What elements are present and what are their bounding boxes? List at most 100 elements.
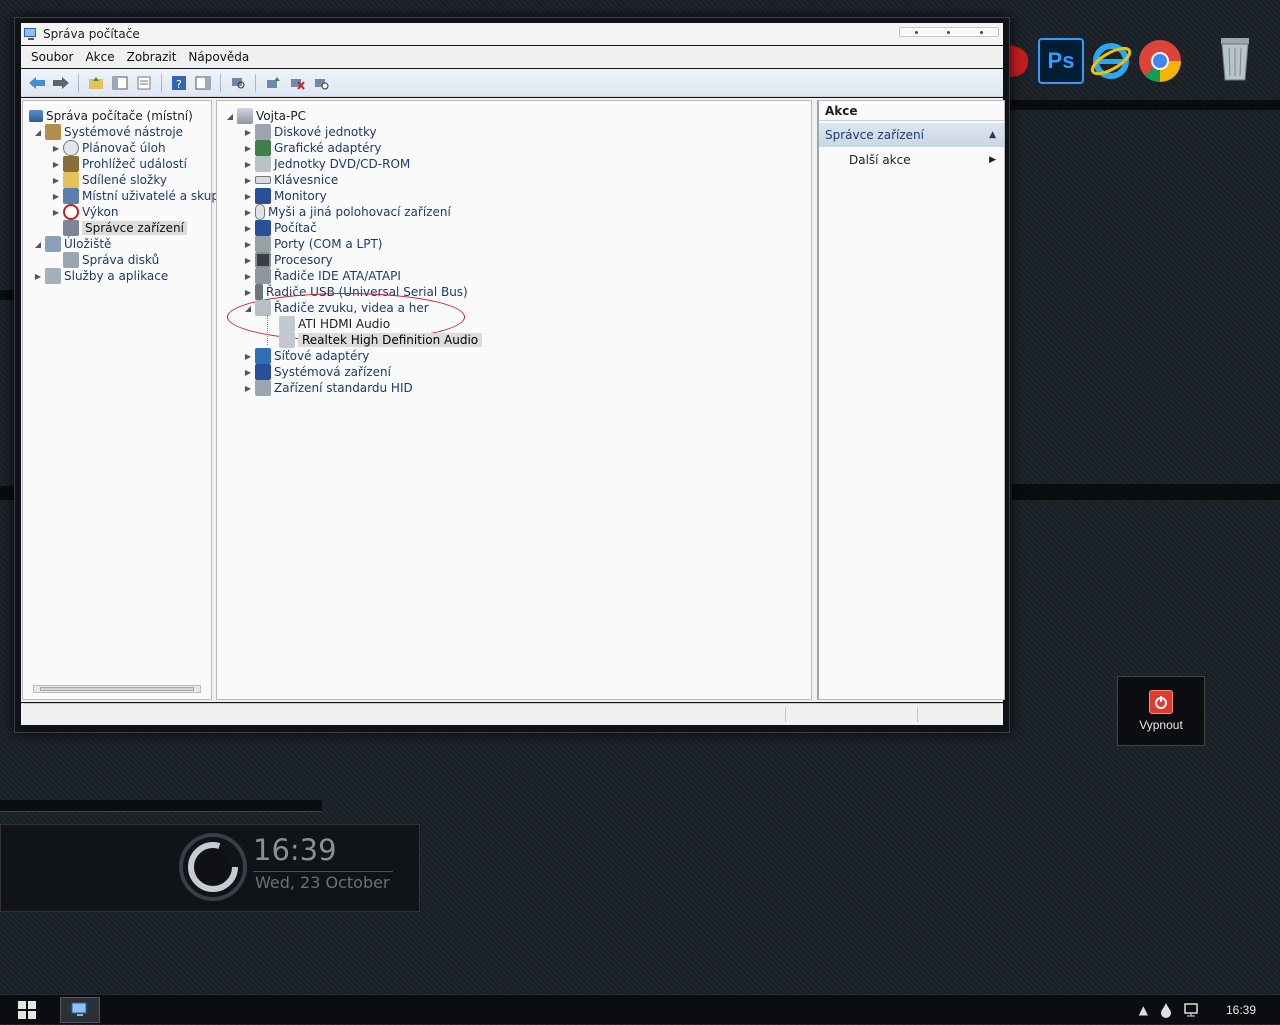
collapsed-arrow-icon[interactable]: ▶ (51, 192, 61, 201)
tree-item-performance[interactable]: ▶ Výkon (51, 204, 118, 220)
expanded-arrow-icon[interactable]: ◢ (243, 304, 253, 313)
device-category-sound[interactable]: ◢ Řadiče zvuku, videa a her (243, 300, 429, 316)
navigation-pane: Správa počítače (místní) ◢ Systémové nás… (22, 100, 237, 700)
shutdown-shortcut[interactable]: Vypnout (1117, 676, 1205, 746)
device-tree-pane: ◢ Vojta-PC ▶ Diskové jednotky ▶ Grafické a… (216, 100, 812, 700)
device-category[interactable]: ▶ Diskové jednotky (243, 124, 377, 140)
tree-item-computer[interactable]: ◢ Vojta-PC (225, 108, 306, 124)
device-category[interactable]: ▶ Procesory (243, 252, 333, 268)
clock-gadget-topbar (0, 800, 322, 812)
actions-section-device-manager[interactable]: Správce zařízení ▲ (819, 123, 1004, 147)
collapsed-arrow-icon[interactable]: ▶ (243, 352, 253, 361)
hid-icon (255, 380, 271, 396)
collapsed-arrow-icon[interactable]: ▶ (243, 128, 253, 137)
device-category[interactable]: ▶ Síťové adaptéry (243, 348, 369, 364)
photoshop-icon[interactable]: Ps (1038, 38, 1084, 84)
device-category[interactable]: ▶ Porty (COM a LPT) (243, 236, 382, 252)
keyboard-icon (255, 176, 271, 184)
maximize-button[interactable] (947, 30, 951, 34)
help-icon[interactable]: ? (169, 73, 189, 93)
expanded-arrow-icon[interactable]: ◢ (33, 240, 43, 249)
status-bar (21, 703, 1003, 725)
device-category[interactable]: ▶ Monitory (243, 188, 327, 204)
taskbar-computer-management[interactable] (60, 997, 100, 1023)
menu-action[interactable]: Akce (79, 50, 120, 64)
up-folder-icon[interactable] (86, 73, 106, 93)
collapsed-arrow-icon[interactable]: ▶ (51, 160, 61, 169)
recycle-bin-icon[interactable] (1212, 36, 1258, 82)
more-actions-item[interactable]: Další akce ▶ (849, 151, 998, 169)
action-pane-icon[interactable] (193, 73, 213, 93)
collapsed-arrow-icon[interactable]: ▶ (51, 176, 61, 185)
collapsed-arrow-icon[interactable]: ▶ (243, 208, 253, 217)
forward-arrow-icon[interactable] (51, 73, 71, 93)
tree-item-event-viewer[interactable]: ▶ Prohlížeč událostí (51, 156, 187, 172)
collapsed-arrow-icon[interactable]: ▶ (243, 192, 253, 201)
device-category[interactable]: ▶ Řadiče IDE ATA/ATAPI (243, 268, 401, 284)
show-hidden-icons-icon[interactable]: ▲ (1139, 1003, 1148, 1017)
expanded-arrow-icon[interactable]: ◢ (225, 112, 235, 121)
title-bar[interactable]: Správa počítače (21, 23, 1003, 45)
collapsed-arrow-icon[interactable]: ▶ (51, 144, 61, 153)
tree-item-task-scheduler[interactable]: ▶ Plánovač úloh (51, 140, 166, 156)
tree-item-system-tools[interactable]: ◢ Systémové nástroje (33, 124, 183, 140)
collapsed-arrow-icon[interactable]: ▶ (243, 224, 253, 233)
tools-icon (45, 124, 61, 140)
device-category[interactable]: ▶ Klávesnice (243, 172, 338, 188)
chrome-icon[interactable] (1137, 38, 1183, 84)
tree-item-shared-folders[interactable]: ▶ Sdílené složky (51, 172, 167, 188)
horizontal-scrollbar[interactable] (33, 685, 201, 693)
collapsed-arrow-icon[interactable]: ▶ (33, 272, 43, 281)
scan-hardware-icon[interactable] (228, 73, 248, 93)
tree-item-device-manager[interactable]: Správce zařízení (61, 220, 187, 236)
collapsed-arrow-icon[interactable]: ▶ (243, 144, 253, 153)
device-category[interactable]: ▶ Počítač (243, 220, 317, 236)
device-item-selected[interactable]: Realtek High Definition Audio (277, 332, 483, 348)
update-driver-icon[interactable] (263, 73, 283, 93)
internet-explorer-icon[interactable] (1088, 38, 1134, 84)
show-hide-tree-icon[interactable] (110, 73, 130, 93)
close-button[interactable] (980, 30, 984, 34)
properties-icon[interactable] (134, 73, 154, 93)
collapsed-arrow-icon[interactable]: ▶ (243, 256, 253, 265)
menu-help[interactable]: Nápověda (182, 50, 255, 64)
menu-view[interactable]: Zobrazit (121, 50, 183, 64)
speaker-icon (279, 316, 295, 332)
collapsed-arrow-icon[interactable]: ▶ (243, 272, 253, 281)
tree-item-root[interactable]: Správa počítače (místní) (27, 108, 193, 124)
enable-device-icon[interactable] (311, 73, 331, 93)
collapsed-arrow-icon[interactable]: ▶ (51, 208, 61, 217)
tree-item-disk-management[interactable]: Správa disků (61, 252, 159, 268)
collapsed-arrow-icon[interactable]: ▶ (243, 368, 253, 377)
tree-item-storage[interactable]: ◢ Úložiště (33, 236, 111, 252)
tree-item-local-users[interactable]: ▶ Místní uživatelé a skupiny (51, 188, 237, 204)
collapse-caret-icon[interactable]: ▲ (989, 130, 996, 140)
shutdown-label: Vypnout (1139, 718, 1183, 732)
collapsed-arrow-icon[interactable]: ▶ (243, 176, 253, 185)
device-category[interactable]: ▶ Grafické adaptéry (243, 140, 382, 156)
red-app-icon[interactable] (1008, 38, 1034, 84)
collapsed-arrow-icon[interactable]: ▶ (243, 288, 253, 297)
taskbar-clock[interactable]: 16:39 (1226, 1003, 1256, 1017)
device-category[interactable]: ▶ Jednotky DVD/CD-ROM (243, 156, 410, 172)
minimize-button[interactable] (914, 30, 918, 34)
scrollbar-thumb[interactable] (40, 687, 194, 691)
menu-file[interactable]: Soubor (25, 50, 79, 64)
uninstall-device-icon[interactable] (287, 73, 307, 93)
window-controls[interactable] (899, 27, 999, 37)
collapsed-arrow-icon[interactable]: ▶ (243, 240, 253, 249)
expanded-arrow-icon[interactable]: ◢ (33, 128, 43, 137)
network-icon[interactable] (1184, 1003, 1200, 1017)
desktop-band-left (0, 290, 14, 300)
tree-item-services-apps[interactable]: ▶ Služby a aplikace (33, 268, 168, 284)
device-category[interactable]: ▶ Systémová zařízení (243, 364, 391, 380)
start-button[interactable] (18, 1001, 36, 1019)
submenu-arrow-icon: ▶ (989, 155, 996, 165)
drop-icon[interactable] (1160, 1002, 1172, 1018)
device-item[interactable]: ATI HDMI Audio (277, 316, 390, 332)
collapsed-arrow-icon[interactable]: ▶ (243, 384, 253, 393)
device-category[interactable]: ▶ Myši a jiná polohovací zařízení (243, 204, 451, 220)
device-category[interactable]: ▶ Zařízení standardu HID (243, 380, 413, 396)
back-arrow-icon[interactable] (27, 73, 47, 93)
collapsed-arrow-icon[interactable]: ▶ (243, 160, 253, 169)
